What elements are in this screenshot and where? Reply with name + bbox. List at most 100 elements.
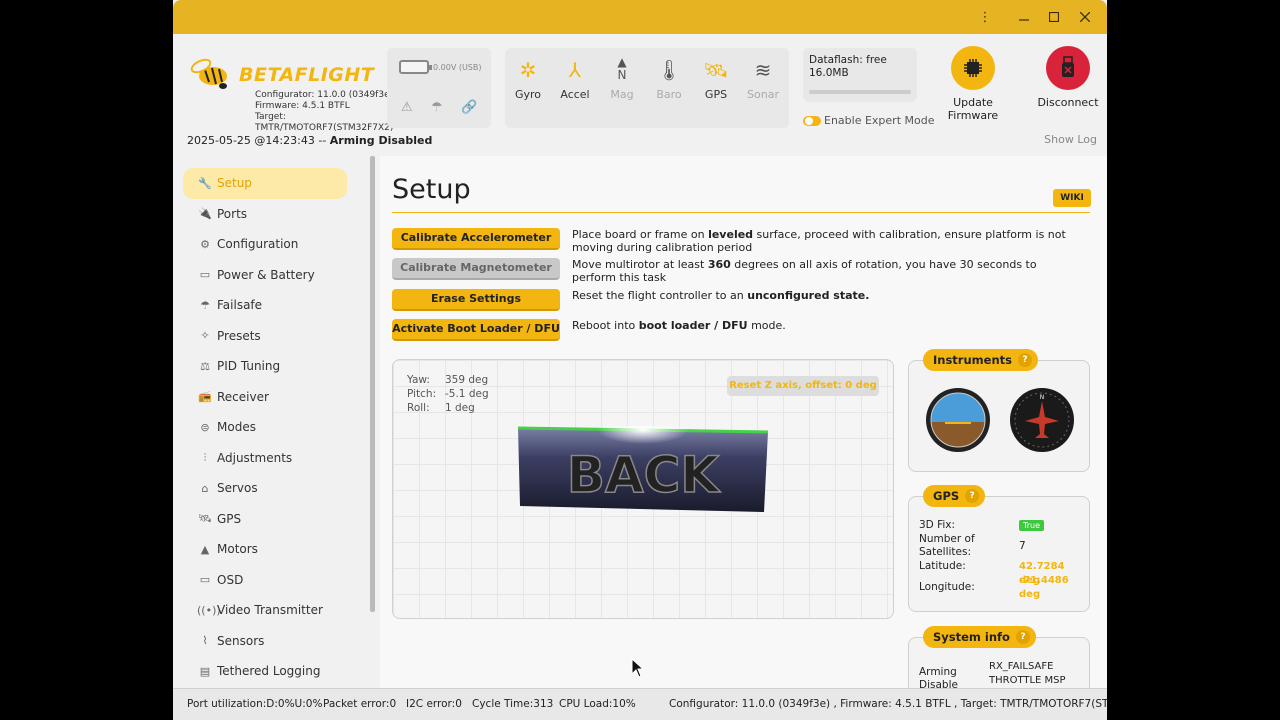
failsafe-icon: ☂ <box>431 100 443 115</box>
accel-icon: ⅄ <box>568 58 582 82</box>
warning-icon: ⚠ <box>401 100 413 115</box>
port-utilization: Port utilization:D:0%U:0% <box>187 698 323 710</box>
toggle-switch[interactable] <box>803 115 821 126</box>
sidebar-scrollbar[interactable] <box>370 156 375 612</box>
sidebar-item-label: Modes <box>217 420 256 435</box>
sidebar-item-label: GPS <box>217 511 242 526</box>
link-icon: 🔗 <box>461 100 478 115</box>
battery-voltage: 0.00V (USB) <box>433 63 482 72</box>
sidebar-item-modes[interactable]: ⊜ Modes <box>183 412 347 443</box>
update-firmware-label: Update Firmware <box>947 96 999 122</box>
desc-text: Move multirotor at least <box>572 258 708 271</box>
sidebar-item-osd[interactable]: ▭ OSD <box>183 565 347 596</box>
svg-text:N: N <box>1040 394 1045 401</box>
sidebar-item-sensors[interactable]: ⌇ Sensors <box>183 626 347 657</box>
calibrate-magnetometer-button[interactable]: Calibrate Magnetometer <box>392 258 560 280</box>
sidebar-item-motors[interactable]: ▲ Motors <box>183 534 347 565</box>
action-description: Reboot into boot loader / DFU mode. <box>572 319 1082 332</box>
sidebar-item-label: Ports <box>217 206 248 221</box>
model-view-panel: Yaw: 359 deg Pitch: -5.1 deg Roll: 1 deg Re… <box>392 359 894 619</box>
satellite-icon: 🛰 <box>198 512 212 526</box>
sidebar-item-label: PID Tuning <box>217 359 281 374</box>
attitude-indicator <box>926 388 990 452</box>
pitch-readout: Pitch: -5.1 deg <box>407 388 489 400</box>
kebab-menu-icon[interactable]: ⋮ <box>974 6 996 28</box>
sidebar-item-label: Failsafe <box>217 298 263 313</box>
gps-title: GPS <box>933 489 960 503</box>
sidebar-item-ports[interactable]: 🔌 Ports <box>183 199 347 230</box>
disconnect-button[interactable]: Disconnect <box>1023 46 1107 109</box>
sidebar-item-receiver[interactable]: 📻 Receiver <box>183 382 347 413</box>
gps-sats-value: 7 <box>1019 540 1026 552</box>
sliders-icon: ⫶ <box>203 450 207 464</box>
model-back-label: BACK <box>567 446 722 504</box>
sidebar-nav: 🔧 Setup 🔌 Ports ⚙ Configuration ▭ Power & Ba… <box>183 168 363 688</box>
log-icon: ▤ <box>199 664 211 678</box>
action-row: Erase Settings Reset the flight controll… <box>392 289 1080 313</box>
action-description: Reset the flight controller to an unconf… <box>572 289 1082 302</box>
dataflash-size: 16.0MB <box>809 67 849 79</box>
desc-bold: boot loader / DFU <box>638 319 748 332</box>
arming-state: Arming Disabled <box>329 134 433 147</box>
expert-mode-toggle[interactable]: Enable Expert Mode <box>803 114 934 127</box>
sensor-label: Baro <box>656 88 682 101</box>
page-title: Setup <box>392 174 471 205</box>
configurator-version: Configurator: 11.0.0 (0349f3e) <box>255 90 394 100</box>
sidebar-item-video-transmitter[interactable]: ((•)) Video Transmitter <box>183 595 347 626</box>
pitch-label: Pitch: <box>407 388 437 400</box>
sidebar-item-configuration[interactable]: ⚙ Configuration <box>183 229 347 260</box>
yaw-label: Yaw: <box>407 374 430 386</box>
sensor-mag: ▲ N Mag <box>599 56 645 102</box>
update-firmware-button[interactable]: Update Firmware <box>928 46 1018 122</box>
target-label: Target: <box>255 112 286 122</box>
expert-mode-label: Enable Expert Mode <box>824 114 935 127</box>
sidebar-item-label: Presets <box>217 328 261 343</box>
receiver-icon: 📻 <box>198 390 212 404</box>
mouse-cursor-icon <box>631 658 645 678</box>
dataflash-label: Dataflash: free <box>809 54 887 66</box>
datetime: 2025-05-25 @14:23:43 -- <box>187 134 330 147</box>
erase-settings-button[interactable]: Erase Settings <box>392 289 560 311</box>
i2c-error: I2C error:0 <box>406 698 462 710</box>
sensor-label: Gyro <box>514 88 542 101</box>
sensor-gyro: ✲ Gyro <box>505 56 551 101</box>
sidebar-item-tethered-logging[interactable]: ▤ Tethered Logging <box>183 656 347 687</box>
desc-text: Reset the flight controller to an <box>572 289 748 302</box>
help-icon[interactable]: ? <box>1017 353 1032 367</box>
calibrate-accelerometer-button[interactable]: Calibrate Accelerometer <box>392 228 560 250</box>
header: BETAFLIGHT Configurator: 11.0.0 (0349f3e… <box>173 34 1107 156</box>
action-row: Activate Boot Loader / DFU Reboot into b… <box>392 319 1080 343</box>
help-icon[interactable]: ? <box>965 489 980 503</box>
help-icon[interactable]: ? <box>1015 630 1030 644</box>
sidebar-item-servos[interactable]: ⌂ Servos <box>183 473 347 504</box>
status-bar: Port utilization:D:0%U:0% Packet error:0… <box>173 688 1107 720</box>
gps-fix-label: 3D Fix: <box>919 519 956 531</box>
activate-bootloader-button[interactable]: Activate Boot Loader / DFU <box>392 319 560 341</box>
reset-z-axis-button[interactable]: Reset Z axis, offset: 0 deg <box>727 376 879 396</box>
sidebar-item-gps[interactable]: 🛰 GPS <box>183 504 347 535</box>
sidebar-item-adjustments[interactable]: ⫶ Adjustments <box>183 443 347 474</box>
betaflight-window: ⋮ BETAFLIGHT Configurator: 11.0.0 (0349f… <box>173 0 1107 720</box>
minimize-icon[interactable] <box>1013 6 1035 28</box>
sidebar-item-setup[interactable]: 🔧 Setup <box>183 168 347 199</box>
sidebar-item-presets[interactable]: ✧ Presets <box>183 321 347 352</box>
gps-icon: 🛰 <box>703 58 729 82</box>
action-row: Calibrate Magnetometer Move multirotor a… <box>392 258 1080 284</box>
show-log-link[interactable]: Show Log <box>1044 133 1097 146</box>
sidebar-item-failsafe[interactable]: ☂ Failsafe <box>183 290 347 321</box>
desc-text: Place board or frame on <box>572 228 709 241</box>
sidebar-item-label: Video Transmitter <box>217 603 323 618</box>
system-info-panel: System info? Arming Disable Flags: RX_FA… <box>908 626 1090 688</box>
yaw-value: 359 deg <box>445 374 489 386</box>
gps-lat-label: Latitude: <box>919 560 966 572</box>
wiki-button[interactable]: WIKI <box>1053 189 1091 207</box>
gps-fix-value: True <box>1019 518 1044 533</box>
maximize-icon[interactable] <box>1043 6 1065 28</box>
close-icon[interactable] <box>1074 6 1096 28</box>
roll-label: Roll: <box>407 402 430 414</box>
arming-flags-value: RX_FAILSAFE THROTTLE MSP <box>989 661 1066 686</box>
gear-icon: ⚙ <box>200 237 210 251</box>
sidebar-item-power-battery[interactable]: ▭ Power & Battery <box>183 260 347 291</box>
dataflash-usage-bar <box>809 90 911 94</box>
sidebar-item-pid-tuning[interactable]: ⚖ PID Tuning <box>183 351 347 382</box>
